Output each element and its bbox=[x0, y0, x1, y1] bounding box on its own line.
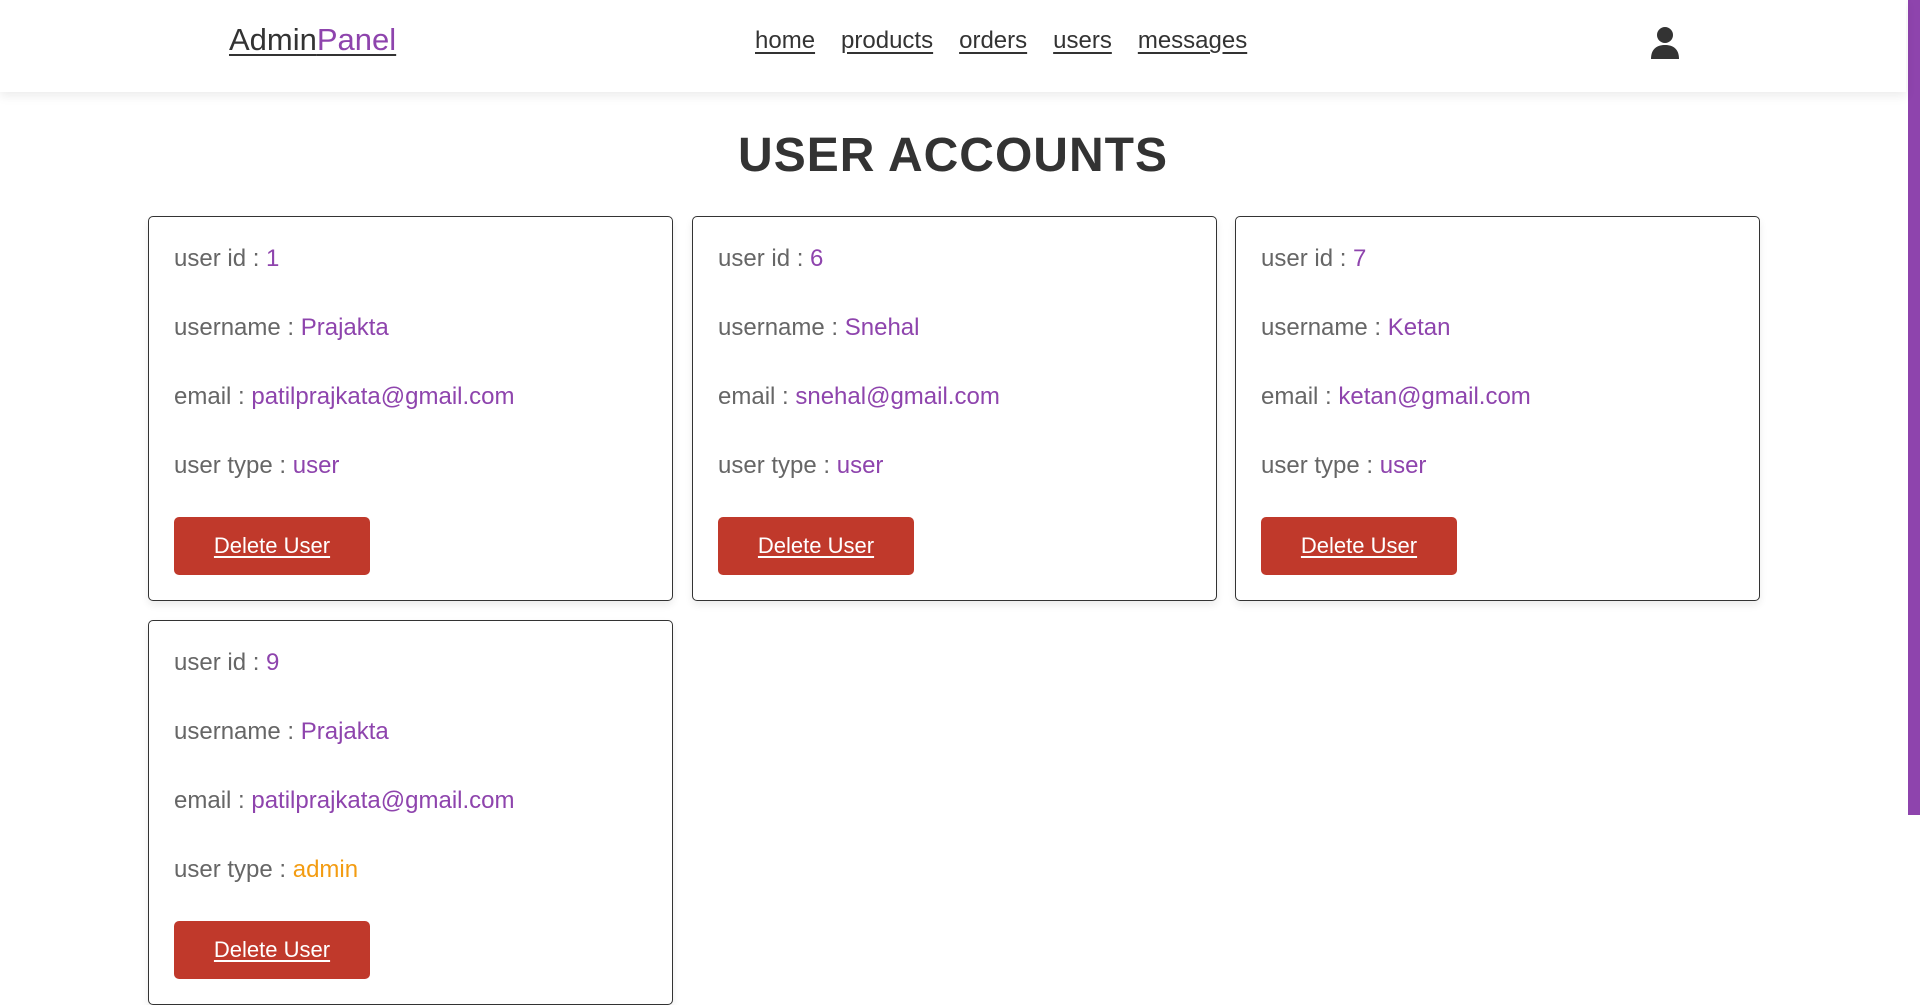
field-value: Snehal bbox=[844, 314, 920, 341]
user-id-row: user id : 9 bbox=[174, 649, 279, 677]
user-card: user id : 1 username : Prajakta email : pa… bbox=[148, 216, 673, 601]
field-label: email : bbox=[718, 383, 796, 410]
delete-user-button[interactable]: Delete User bbox=[174, 921, 370, 979]
field-label: user id : bbox=[1261, 245, 1354, 272]
field-label: user type : bbox=[718, 452, 837, 479]
user-card: user id : 6 username : Snehal email : sneh… bbox=[692, 216, 1217, 601]
field-value: ketan@gmail.com bbox=[1338, 383, 1531, 410]
field-label: username : bbox=[1261, 314, 1388, 341]
field-value: admin bbox=[292, 856, 359, 883]
field-label: email : bbox=[174, 383, 252, 410]
email-row: email : patilprajkata@gmail.com bbox=[174, 787, 515, 815]
nav-messages[interactable]: messages bbox=[1138, 27, 1247, 59]
delete-user-button[interactable]: Delete User bbox=[718, 517, 914, 575]
field-value: snehal@gmail.com bbox=[795, 383, 1000, 410]
main-nav: home products orders users messages bbox=[755, 27, 1247, 59]
field-value: 9 bbox=[266, 649, 280, 676]
delete-user-button[interactable]: Delete User bbox=[174, 517, 370, 575]
username-row: username : Prajakta bbox=[174, 314, 389, 342]
field-value: Ketan bbox=[1387, 314, 1451, 341]
username-row: username : Ketan bbox=[1261, 314, 1450, 342]
field-value: user bbox=[1379, 452, 1427, 479]
user-icon[interactable] bbox=[1650, 26, 1680, 60]
username-row: username : Prajakta bbox=[174, 718, 389, 746]
delete-user-button[interactable]: Delete User bbox=[1261, 517, 1457, 575]
field-label: user type : bbox=[174, 856, 293, 883]
nav-orders[interactable]: orders bbox=[959, 27, 1027, 59]
field-value: 6 bbox=[810, 245, 824, 272]
field-label: user id : bbox=[174, 649, 267, 676]
field-label: user type : bbox=[1261, 452, 1380, 479]
header: AdminPanel home products orders users me… bbox=[0, 0, 1906, 92]
user-type-row: user type : user bbox=[1261, 452, 1426, 480]
field-label: email : bbox=[1261, 383, 1339, 410]
logo-main: Admin bbox=[229, 22, 317, 57]
email-row: email : ketan@gmail.com bbox=[1261, 383, 1531, 411]
logo[interactable]: AdminPanel bbox=[229, 22, 396, 58]
user-type-row: user type : user bbox=[718, 452, 883, 480]
field-label: username : bbox=[174, 314, 301, 341]
username-row: username : Snehal bbox=[718, 314, 919, 342]
user-id-row: user id : 1 bbox=[174, 245, 279, 273]
field-value: patilprajkata@gmail.com bbox=[251, 787, 515, 814]
user-type-row: user type : user bbox=[174, 452, 339, 480]
field-label: email : bbox=[174, 787, 252, 814]
user-card: user id : 9 username : Prajakta email : pa… bbox=[148, 620, 673, 1005]
field-label: username : bbox=[174, 718, 301, 745]
field-value: user bbox=[836, 452, 884, 479]
field-label: user id : bbox=[718, 245, 811, 272]
scrollbar-thumb[interactable] bbox=[1908, 0, 1920, 815]
user-id-row: user id : 7 bbox=[1261, 245, 1366, 273]
user-type-row: user type : admin bbox=[174, 856, 358, 884]
field-label: user id : bbox=[174, 245, 267, 272]
logo-accent: Panel bbox=[316, 22, 397, 57]
nav-home[interactable]: home bbox=[755, 27, 815, 59]
field-value: patilprajkata@gmail.com bbox=[251, 383, 515, 410]
field-value: 1 bbox=[266, 245, 280, 272]
field-value: 7 bbox=[1353, 245, 1367, 272]
user-id-row: user id : 6 bbox=[718, 245, 823, 273]
email-row: email : patilprajkata@gmail.com bbox=[174, 383, 515, 411]
field-label: user type : bbox=[174, 452, 293, 479]
nav-products[interactable]: products bbox=[841, 27, 933, 59]
email-row: email : snehal@gmail.com bbox=[718, 383, 1000, 411]
field-label: username : bbox=[718, 314, 845, 341]
user-card: user id : 7 username : Ketan email : ketan… bbox=[1235, 216, 1760, 601]
field-value: Prajakta bbox=[300, 314, 389, 341]
field-value: user bbox=[292, 452, 340, 479]
field-value: Prajakta bbox=[300, 718, 389, 745]
nav-users[interactable]: users bbox=[1053, 27, 1112, 59]
page-title: USER ACCOUNTS bbox=[738, 129, 1168, 182]
